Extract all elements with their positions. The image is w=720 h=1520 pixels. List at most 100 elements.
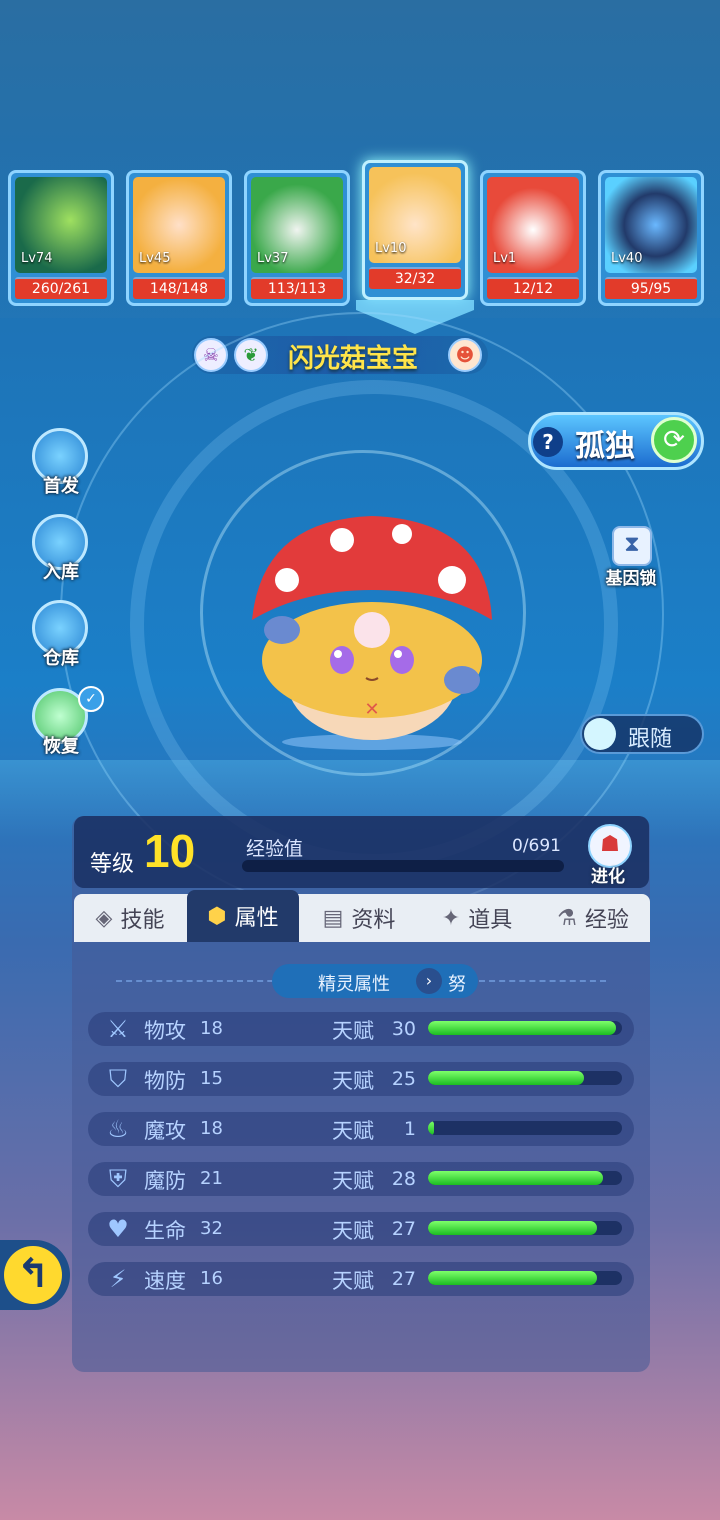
talent-label: 天赋: [332, 1069, 374, 1093]
gene-lock-button[interactable]: ⧗ 基因锁: [596, 526, 666, 592]
level-bar: 等级 10 经验值 0/691 ☗ 进化: [74, 816, 649, 888]
talent-value: 30: [391, 1018, 416, 1040]
tab-label: 道具: [468, 908, 513, 933]
attr-header: 精灵属性 › 努: [272, 964, 478, 998]
stat-value: 15: [200, 1068, 223, 1089]
nature-arrow-icon[interactable]: ›: [416, 968, 442, 994]
stat-value: 21: [200, 1168, 223, 1189]
talent-value: 25: [391, 1068, 416, 1090]
team-card-1[interactable]: Lv74 260/261: [8, 170, 114, 306]
personality-button[interactable]: ? 孤独 ⟳: [528, 412, 704, 470]
diamond-icon: ◈: [95, 905, 113, 931]
talent-bar-fill: [428, 1271, 597, 1285]
talent-bar-fill: [428, 1221, 597, 1235]
stat-row-health: ♥ 生命 32 天赋 27: [88, 1212, 634, 1246]
talent-bar-fill: [428, 1121, 435, 1135]
talent-bar: [428, 1071, 622, 1085]
stat-name: 速度: [144, 1269, 186, 1293]
team-card-4[interactable]: Lv10 32/32: [362, 160, 468, 300]
talent-bar: [428, 1271, 622, 1285]
team-card-6[interactable]: Lv40 95/95: [598, 170, 704, 306]
tab-bar: ◈ 技能 ⬢ 属性 ▤ 资料 ✦ 道具 ⚗ 经验: [74, 890, 650, 942]
star-icon: ✦: [441, 905, 461, 931]
talent-label: 天赋: [332, 1119, 374, 1143]
talent-label: 天赋: [332, 1169, 374, 1193]
card-hp: 113/113: [251, 277, 343, 299]
stat-value: 18: [200, 1018, 223, 1039]
follow-toggle-knob: [584, 718, 616, 750]
tab-skills[interactable]: ◈ 技能: [74, 894, 186, 942]
starter-button[interactable]: 首发: [30, 428, 92, 498]
card-hp: 12/12: [487, 277, 579, 299]
team-card-2[interactable]: Lv45 148/148: [126, 170, 232, 306]
talent-bar-fill: [428, 1071, 585, 1085]
store-button[interactable]: 入库: [30, 514, 92, 584]
svg-text:✕: ✕: [364, 699, 379, 720]
flask-icon: ⚗: [557, 905, 577, 931]
stat-name: 物攻: [144, 1019, 186, 1043]
card-level: Lv37: [257, 251, 289, 266]
help-icon[interactable]: ?: [533, 427, 563, 457]
stat-value: 18: [200, 1118, 223, 1139]
starter-label: 首发: [43, 476, 79, 497]
tab-info[interactable]: ▤ 资料: [302, 894, 416, 942]
card-level: Lv1: [493, 251, 517, 266]
exp-label: 经验值: [246, 838, 304, 860]
warehouse-label: 仓库: [43, 648, 79, 669]
heart-plus-icon: ♥: [107, 1215, 129, 1243]
back-button[interactable]: ↰: [0, 1240, 70, 1310]
shield-icon: ⛉: [109, 1065, 127, 1093]
hexagon-icon: ⬢: [207, 903, 227, 929]
tab-experience[interactable]: ⚗ 经验: [536, 894, 650, 942]
talent-bar: [428, 1171, 622, 1185]
pet-illustration[interactable]: ✕: [242, 510, 502, 750]
talent-value: 27: [391, 1268, 416, 1290]
tab-label: 属性: [234, 906, 279, 931]
refresh-icon[interactable]: ⟳: [651, 417, 697, 463]
card-level: Lv45: [139, 251, 171, 266]
restore-button[interactable]: ✓ 恢复: [30, 686, 104, 758]
stat-value: 32: [200, 1218, 223, 1239]
dna-lock-icon: ⧗: [612, 526, 652, 566]
exp-value: 0/691: [512, 836, 561, 856]
card-level: Lv40: [611, 251, 643, 266]
talent-value: 27: [391, 1218, 416, 1240]
gene-lock-label: 基因锁: [605, 569, 657, 589]
team-card-5[interactable]: Lv1 12/12: [480, 170, 586, 306]
tab-label: 经验: [584, 908, 629, 933]
flame-icon: ♨: [107, 1115, 129, 1143]
card-level: Lv74: [21, 251, 53, 266]
tab-items[interactable]: ✦ 道具: [420, 894, 534, 942]
stat-name: 物防: [144, 1069, 186, 1093]
card-hp: 95/95: [605, 277, 697, 299]
talent-value: 28: [391, 1168, 416, 1190]
evolve-button[interactable]: ☗ 进化: [578, 822, 638, 887]
back-arrow-icon: ↰: [4, 1246, 62, 1304]
personality-label: 孤独: [575, 429, 635, 464]
warehouse-button[interactable]: 仓库: [30, 600, 92, 670]
talent-bar-fill: [428, 1021, 616, 1035]
stat-value: 16: [200, 1268, 223, 1289]
talent-bar: [428, 1221, 622, 1235]
stat-row-physical-defense: ⛉ 物防 15 天赋 25: [88, 1062, 634, 1096]
attr-header-label: 精灵属性: [318, 974, 390, 995]
nature-label: 努: [448, 974, 466, 995]
restore-label: 恢复: [43, 736, 79, 757]
level-label: 等级: [90, 852, 135, 877]
tab-label: 资料: [351, 908, 396, 933]
exp-bar: [242, 860, 564, 872]
tab-label: 技能: [120, 908, 165, 933]
talent-label: 天赋: [332, 1019, 374, 1043]
card-level: Lv10: [375, 241, 407, 256]
tab-attributes[interactable]: ⬢ 属性: [187, 890, 299, 942]
follow-toggle[interactable]: 跟随: [580, 714, 704, 754]
talent-bar-fill: [428, 1171, 604, 1185]
stat-row-magic-attack: ♨ 魔攻 18 天赋 1: [88, 1112, 634, 1146]
check-icon: ✓: [78, 686, 104, 712]
stat-row-speed: ⚡ 速度 16 天赋 27: [88, 1262, 634, 1296]
stat-row-physical-attack: ⚔ 物攻 18 天赋 30: [88, 1012, 634, 1046]
magic-shield-icon: ⛨: [109, 1165, 127, 1193]
card-hp: 260/261: [15, 277, 107, 299]
talent-bar: [428, 1121, 622, 1135]
team-card-3[interactable]: Lv37 113/113: [244, 170, 350, 306]
